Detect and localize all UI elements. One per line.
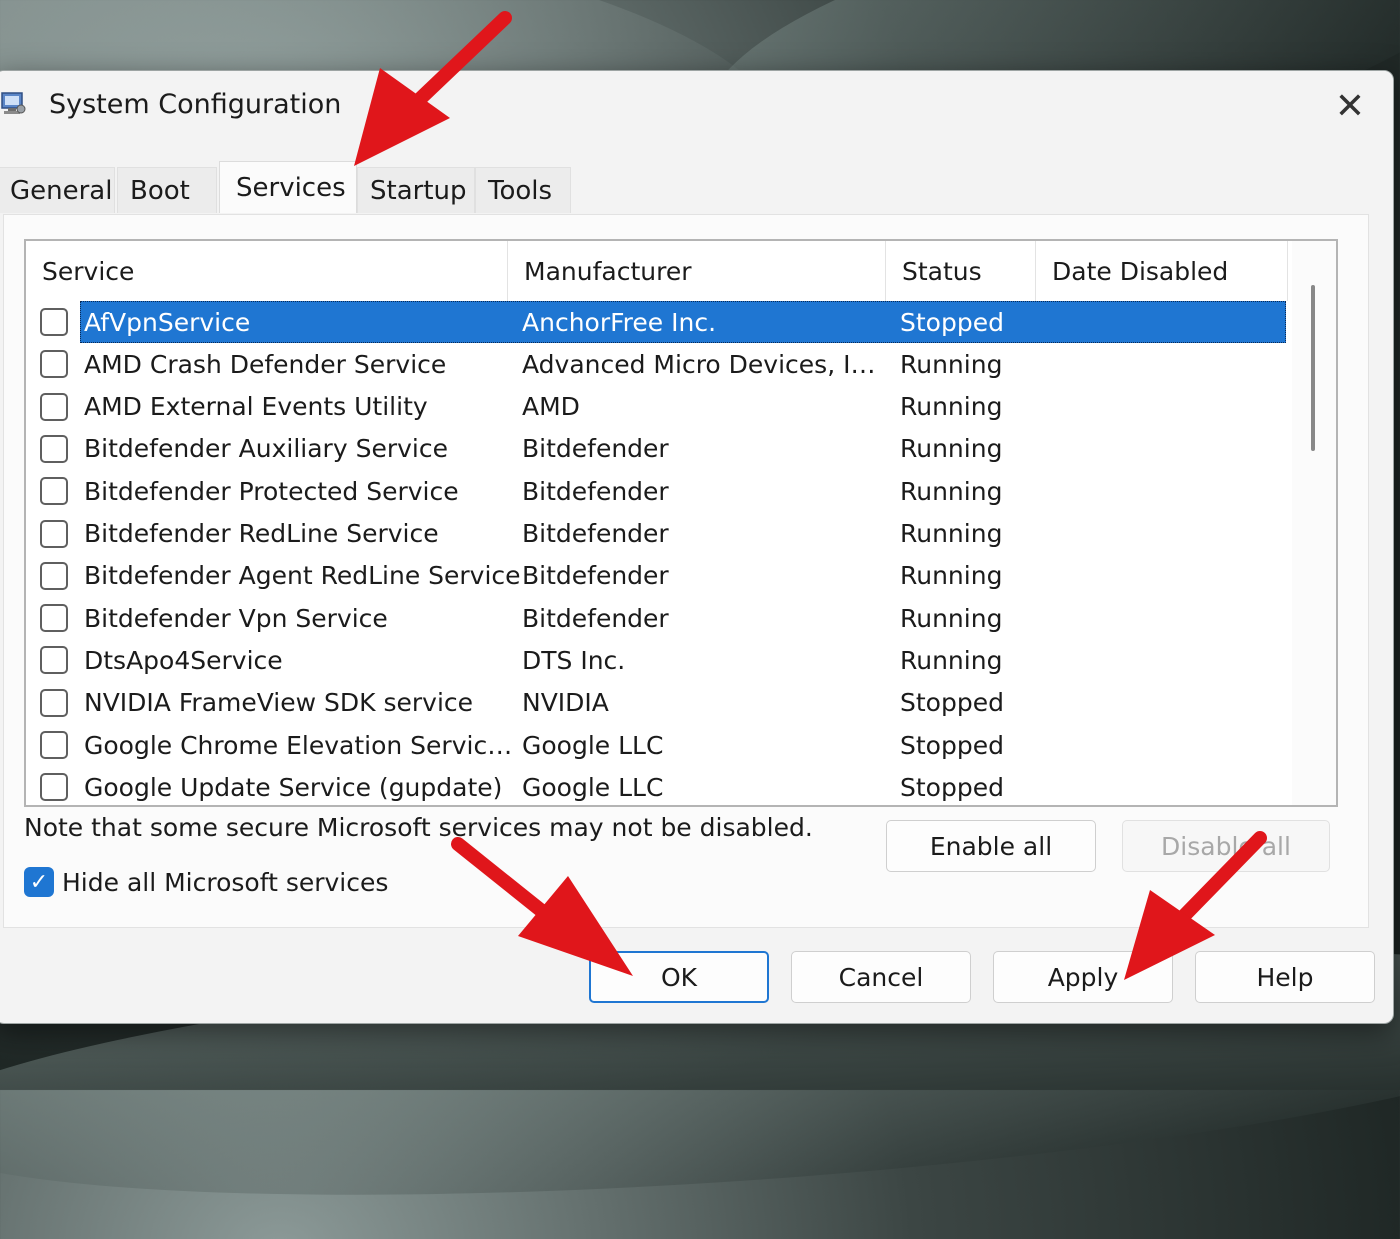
ok-button[interactable]: OK (589, 951, 769, 1003)
table-row[interactable]: AMD Crash Defender Service Advanced Micro… (26, 345, 1288, 387)
service-checkbox[interactable] (40, 434, 68, 463)
service-checkbox[interactable] (40, 350, 68, 379)
tab-strip: General Boot Services Startup Tools (0, 161, 1393, 215)
status-cell: Running (900, 645, 1003, 675)
service-name-cell: Google Chrome Elevation Servic… (84, 730, 513, 760)
column-header-service[interactable]: Service (26, 241, 508, 301)
table-row[interactable]: DtsApo4Service DTS Inc. Running (26, 641, 1288, 683)
service-name-cell: DtsApo4Service (84, 645, 283, 675)
tab-boot[interactable]: Boot (117, 167, 217, 213)
window-title: System Configuration (49, 89, 342, 120)
service-name-cell: Bitdefender Auxiliary Service (84, 434, 448, 464)
close-button[interactable]: ✕ (1327, 83, 1373, 129)
service-checkbox[interactable] (40, 731, 68, 759)
cancel-button[interactable]: Cancel (791, 951, 971, 1003)
table-row[interactable]: NVIDIA FrameView SDK service NVIDIA Stoppe… (26, 684, 1288, 726)
manufacturer-cell: Bitdefender (522, 603, 669, 633)
hide-microsoft-label[interactable]: Hide all Microsoft services (62, 868, 388, 897)
status-cell: Stopped (900, 772, 1004, 802)
service-checkbox[interactable] (40, 561, 68, 590)
manufacturer-cell: Advanced Micro Devices, I… (522, 349, 876, 379)
checkmark-icon: ✓ (29, 869, 49, 895)
manufacturer-cell: Google LLC (522, 772, 664, 802)
tab-startup[interactable]: Startup (357, 167, 475, 213)
hide-microsoft-services[interactable]: ✓ Hide all Microsoft services (24, 867, 388, 897)
service-checkbox[interactable] (40, 604, 68, 633)
service-checkbox[interactable] (40, 688, 68, 717)
system-configuration-icon (1, 92, 26, 114)
service-name-cell: Bitdefender Protected Service (84, 476, 459, 506)
tab-tools[interactable]: Tools (475, 167, 571, 213)
tab-general[interactable]: General (0, 167, 115, 213)
manufacturer-cell: AMD (522, 392, 580, 422)
manufacturer-cell: DTS Inc. (522, 645, 626, 675)
status-cell: Running (900, 392, 1003, 422)
hide-microsoft-checkbox[interactable]: ✓ (24, 867, 54, 897)
table-row[interactable]: Google Chrome Elevation Servic… Google LL… (26, 726, 1288, 768)
status-cell: Running (900, 349, 1003, 379)
services-panel: Service Manufacturer Status Date Disable… (3, 214, 1369, 928)
service-name-cell: Google Update Service (gupdate) (84, 772, 503, 802)
status-cell: Stopped (900, 307, 1004, 337)
service-checkbox[interactable] (40, 773, 68, 802)
table-row[interactable]: AfVpnService AnchorFree Inc. Stopped (26, 301, 1288, 345)
table-row[interactable]: Bitdefender Auxiliary Service Bitdefender… (26, 430, 1288, 472)
tab-services[interactable]: Services (219, 161, 357, 213)
status-cell: Running (900, 476, 1003, 506)
close-icon: ✕ (1334, 85, 1366, 127)
disable-all-button[interactable]: Disable all (1122, 820, 1330, 872)
manufacturer-cell: Google LLC (522, 730, 664, 760)
status-cell: Running (900, 561, 1003, 591)
services-list[interactable]: Service Manufacturer Status Date Disable… (24, 239, 1338, 807)
manufacturer-cell: Bitdefender (522, 434, 669, 464)
service-name-cell: Bitdefender Agent RedLine Service (84, 561, 521, 591)
column-header-date-disabled[interactable]: Date Disabled (1036, 241, 1288, 301)
apply-button[interactable]: Apply (993, 951, 1173, 1003)
service-checkbox[interactable] (40, 519, 68, 548)
service-checkbox[interactable] (40, 392, 68, 421)
status-cell: Stopped (900, 730, 1004, 760)
secure-services-note: Note that some secure Microsoft services… (24, 813, 813, 842)
table-row[interactable]: Bitdefender RedLine Service Bitdefender Ru… (26, 515, 1288, 557)
manufacturer-cell: AnchorFree Inc. (522, 307, 717, 337)
status-cell: Stopped (900, 688, 1004, 718)
service-checkbox[interactable] (40, 646, 68, 675)
title-bar: System Configuration ✕ (0, 71, 1393, 141)
service-name-cell: Bitdefender RedLine Service (84, 519, 439, 548)
table-row[interactable]: Bitdefender Vpn Service Bitdefender Runnin… (26, 599, 1288, 641)
vertical-scrollbar[interactable] (1292, 241, 1336, 805)
service-name-cell: AMD External Events Utility (84, 392, 428, 422)
manufacturer-cell: Bitdefender (522, 519, 669, 548)
service-name-cell: Bitdefender Vpn Service (84, 603, 388, 633)
table-row[interactable]: AMD External Events Utility AMD Running (26, 388, 1288, 430)
status-cell: Running (900, 434, 1003, 464)
service-checkbox[interactable] (40, 308, 68, 336)
status-cell: Running (900, 603, 1003, 633)
column-header-manufacturer[interactable]: Manufacturer (508, 241, 886, 301)
scrollbar-thumb[interactable] (1311, 285, 1315, 451)
table-row[interactable]: Bitdefender Protected Service Bitdefender… (26, 472, 1288, 514)
service-name-cell: AfVpnService (84, 307, 251, 337)
manufacturer-cell: NVIDIA (522, 688, 609, 718)
service-checkbox[interactable] (40, 477, 68, 506)
list-header: Service Manufacturer Status Date Disable… (26, 241, 1288, 301)
service-name-cell: NVIDIA FrameView SDK service (84, 688, 474, 718)
table-row[interactable]: Google Update Service (gupdate) Google LL… (26, 768, 1288, 805)
manufacturer-cell: Bitdefender (522, 561, 669, 591)
table-row[interactable]: Bitdefender Agent RedLine Service Bitdefe… (26, 557, 1288, 599)
manufacturer-cell: Bitdefender (522, 476, 669, 506)
enable-all-button[interactable]: Enable all (886, 820, 1096, 872)
service-name-cell: AMD Crash Defender Service (84, 349, 447, 379)
column-header-status[interactable]: Status (886, 241, 1036, 301)
status-cell: Running (900, 519, 1003, 548)
help-button[interactable]: Help (1195, 951, 1375, 1003)
system-configuration-dialog: System Configuration ✕ General Boot Serv… (0, 70, 1394, 1024)
